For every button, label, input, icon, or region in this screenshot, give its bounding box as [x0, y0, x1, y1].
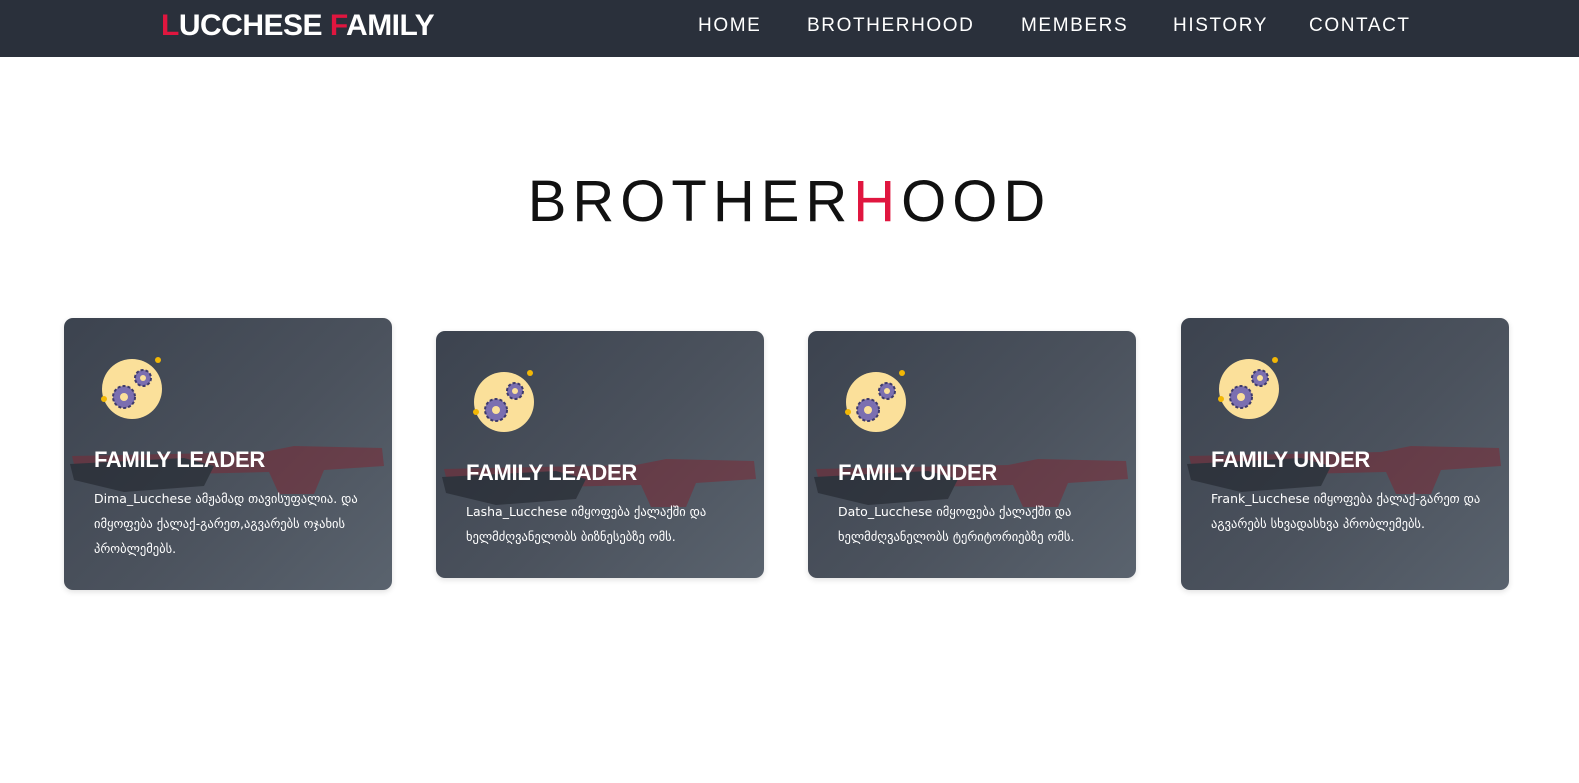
logo-text-amily: AMILY	[346, 9, 435, 42]
logo-initial-l: L	[161, 9, 179, 42]
navbar: LUCCHESE FAMILY HOME BROTHERHOOD MEMBERS…	[0, 0, 1579, 57]
card-title: FAMILY UNDER	[838, 460, 997, 485]
member-card-2: FAMILY LEADER Lasha_Lucchese იმყოფება ქა…	[436, 331, 764, 578]
section-title: BROTHERHOOD	[0, 164, 1579, 240]
section-title-accent: H	[853, 169, 902, 234]
card-text: Dima_Lucchese ამჟამად თავისუფალია. და იმ…	[94, 491, 358, 556]
card-title: FAMILY LEADER	[466, 460, 637, 485]
member-card-1: FAMILY LEADER Dima_Lucchese ამჟამად თავი…	[64, 318, 392, 590]
nav-link-brotherhood[interactable]: BROTHERHOOD	[807, 15, 975, 37]
section-title-part-1: BROTHER	[527, 169, 854, 234]
logo-text-ucchese: UCCHESE	[178, 9, 330, 42]
card-text: Dato_Lucchese იმყოფება ქალაქში და ხელმძღ…	[838, 504, 1075, 544]
gears-icon	[473, 370, 534, 432]
card-text: Frank_Lucchese იმყოფება ქალაქ-გარეთ და ა…	[1211, 491, 1481, 531]
nav-link-contact[interactable]: CONTACT	[1309, 15, 1411, 37]
logo-initial-f: F	[329, 9, 347, 42]
nav-link-history[interactable]: HISTORY	[1173, 15, 1268, 37]
gears-icon	[1218, 357, 1279, 419]
site-logo[interactable]: LUCCHESE FAMILY	[161, 9, 435, 43]
card-title: FAMILY UNDER	[1211, 447, 1370, 472]
gears-icon	[101, 357, 162, 419]
nav-link-members[interactable]: MEMBERS	[1021, 15, 1128, 37]
card-title: FAMILY LEADER	[94, 447, 265, 472]
nav-link-home[interactable]: HOME	[698, 15, 761, 37]
section-title-part-2: OOD	[901, 169, 1052, 234]
member-card-4: FAMILY UNDER Frank_Lucchese იმყოფება ქალ…	[1181, 318, 1509, 590]
member-card-3: FAMILY UNDER Dato_Lucchese იმყოფება ქალა…	[808, 331, 1136, 578]
card-text: Lasha_Lucchese იმყოფება ქალაქში და ხელმძ…	[466, 504, 707, 544]
gears-icon	[845, 370, 906, 432]
